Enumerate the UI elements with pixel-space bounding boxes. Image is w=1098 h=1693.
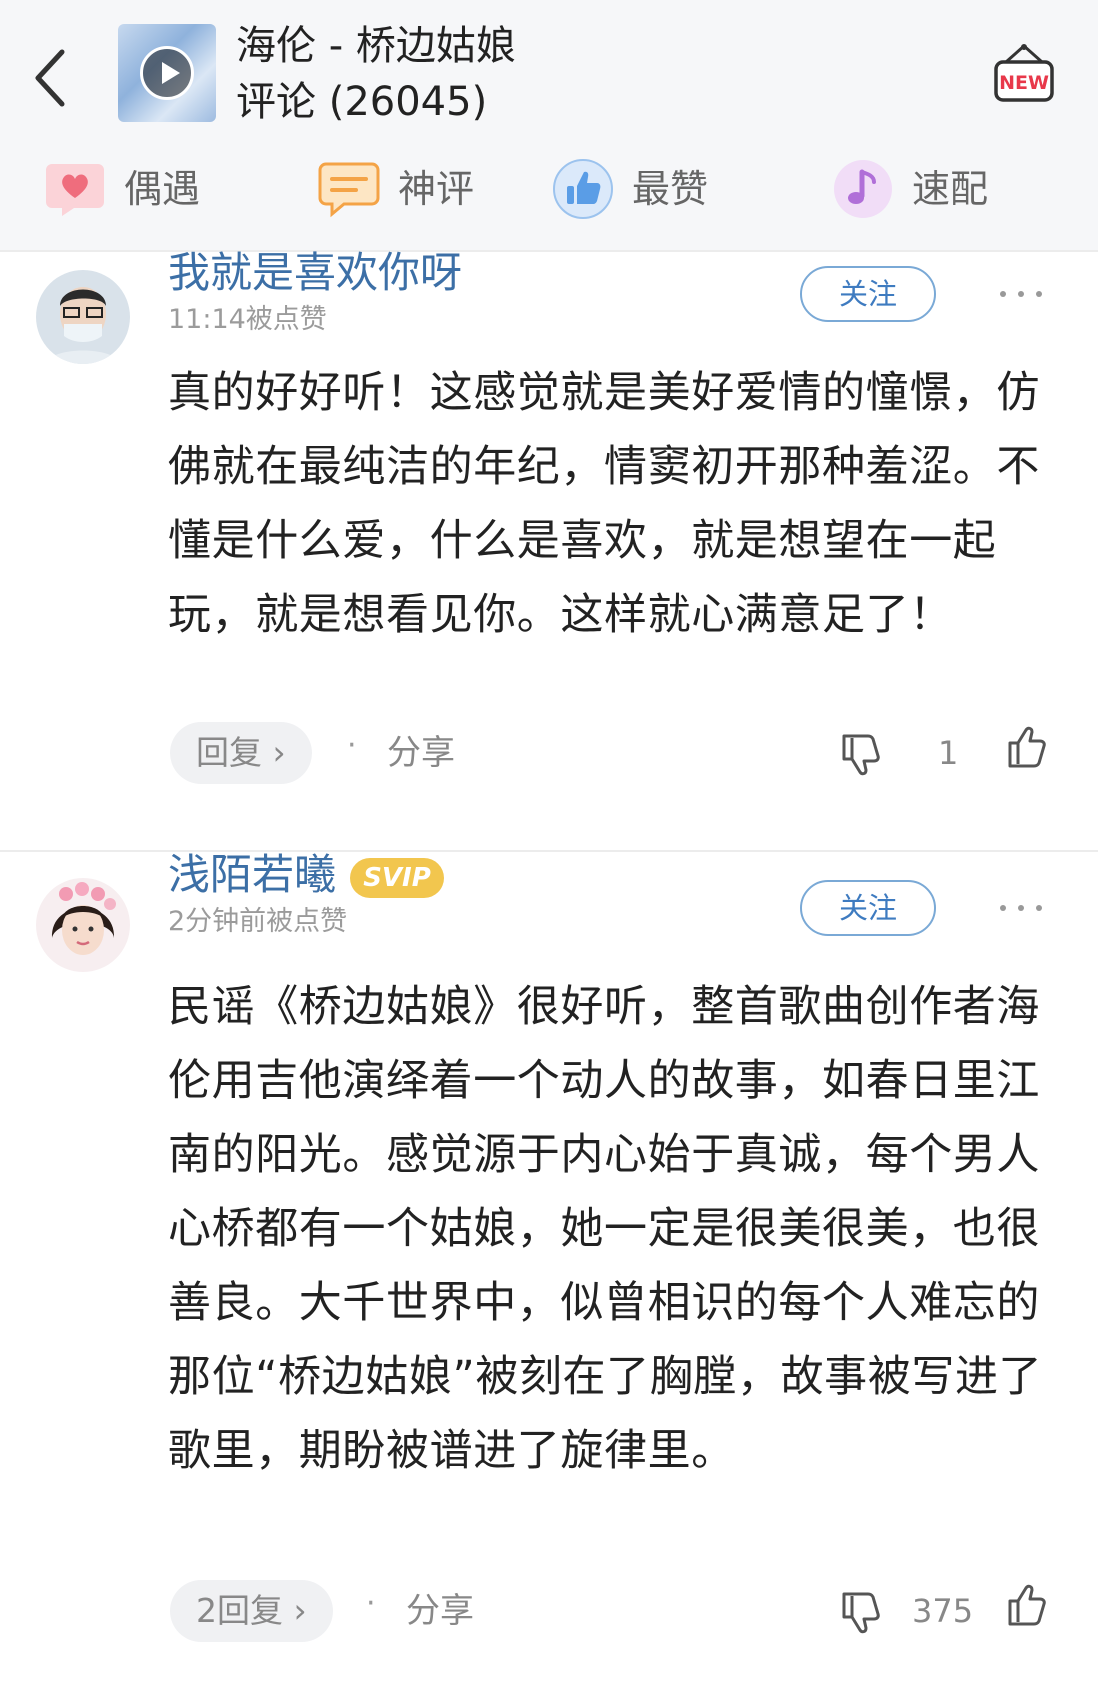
follow-button[interactable]: 关注 xyxy=(800,266,936,322)
avatar[interactable] xyxy=(36,270,130,364)
more-icon[interactable] xyxy=(996,284,1046,304)
comment-text: 真的好好听！这感觉就是美好爱情的憧憬，仿佛就在最纯洁的年纪，情窦初开那种羞涩。不… xyxy=(168,368,1040,640)
timestamp: 2分钟前被点赞 xyxy=(168,906,348,937)
song-title: 海伦 - 桥边姑娘 xyxy=(236,23,516,69)
username[interactable]: 我就是喜欢你呀 xyxy=(168,246,462,300)
tab-bar: 偶遇 神评 最赞 速配 xyxy=(0,150,1098,240)
like-count: 1 xyxy=(938,734,959,772)
more-icon[interactable] xyxy=(996,898,1046,918)
svip-badge: SVIP xyxy=(350,858,444,898)
tab-label: 偶遇 xyxy=(124,167,201,211)
reply-button[interactable]: 2回复 › xyxy=(170,1580,333,1642)
avatar[interactable] xyxy=(36,878,130,972)
separator-dot: · xyxy=(366,1586,376,1621)
like-count: 375 xyxy=(912,1592,974,1630)
timestamp: 11:14被点赞 xyxy=(168,304,327,335)
thumbs-up-icon xyxy=(553,159,613,219)
username[interactable]: 浅陌若曦 xyxy=(168,848,336,902)
reply-button[interactable]: 回复 › xyxy=(170,722,312,784)
message-lines-icon xyxy=(318,162,380,218)
comment-item: 我就是喜欢你呀 11:14被点赞 关注 真的好好听！这感觉就是美好爱情的憧憬，仿… xyxy=(0,248,1098,838)
share-button[interactable]: 分享 xyxy=(406,1588,474,1634)
play-icon[interactable] xyxy=(140,46,194,100)
comment-divider xyxy=(0,850,1098,852)
svg-text:NEW: NEW xyxy=(999,72,1049,94)
back-arrow-icon[interactable] xyxy=(32,48,72,108)
thumbs-up-icon[interactable] xyxy=(1004,1582,1052,1630)
new-badge-icon[interactable]: NEW xyxy=(992,42,1056,108)
album-cover[interactable] xyxy=(118,24,216,122)
header: 海伦 - 桥边姑娘 评论 (26045) NEW 偶遇 神评 最赞 速配 xyxy=(0,0,1098,250)
separator-dot: · xyxy=(347,728,357,763)
comment-count: 评论 (26045) xyxy=(236,79,488,125)
thumbs-down-icon[interactable] xyxy=(838,730,886,778)
tab-label: 最赞 xyxy=(632,167,709,211)
thumbs-down-icon[interactable] xyxy=(838,1588,886,1636)
thumbs-up-icon[interactable] xyxy=(1004,724,1052,772)
tab-label: 速配 xyxy=(912,167,989,211)
follow-button[interactable]: 关注 xyxy=(800,880,936,936)
comment-item: 浅陌若曦 SVIP 2分钟前被点赞 关注 民谣《桥边姑娘》很好听，整首歌曲创作者… xyxy=(0,850,1098,1693)
music-note-icon xyxy=(834,160,892,218)
share-button[interactable]: 分享 xyxy=(387,730,455,776)
heart-chat-icon xyxy=(46,164,104,216)
comment-text: 民谣《桥边姑娘》很好听，整首歌曲创作者海伦用吉他演绎着一个动人的故事，如春日里江… xyxy=(168,982,1043,1476)
tab-label: 神评 xyxy=(398,167,475,211)
